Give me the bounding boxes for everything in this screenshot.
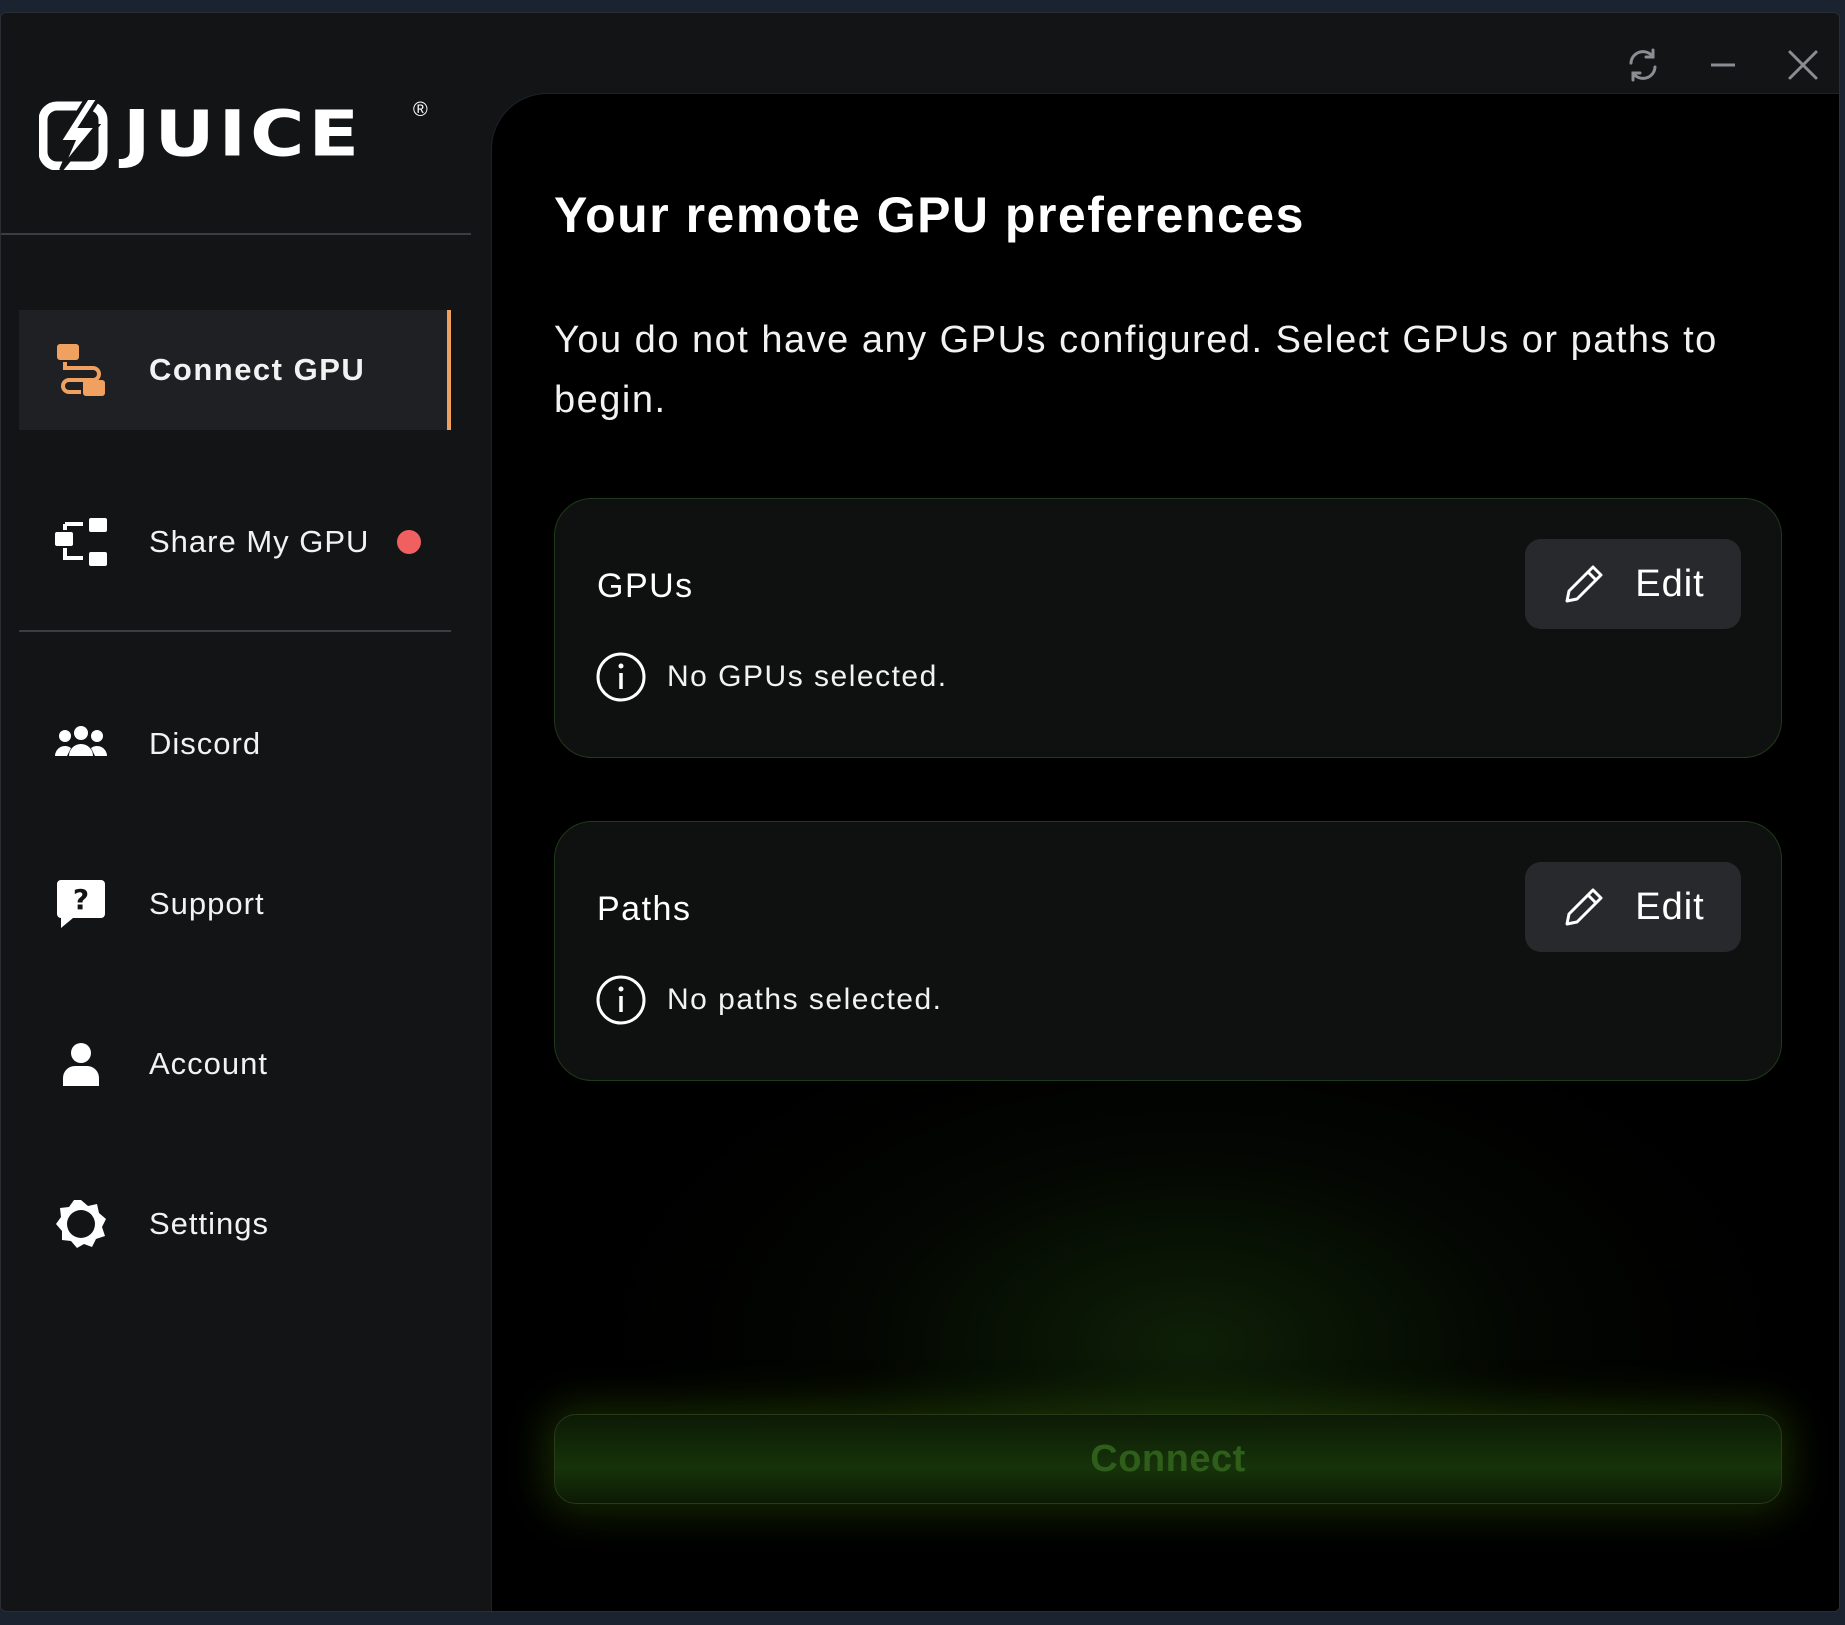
connect-button[interactable]: Connect <box>554 1414 1782 1504</box>
paths-info: No paths selected. <box>595 974 942 1026</box>
connect-gpu-icon <box>51 340 111 400</box>
paths-card: Paths Edit No paths selected. <box>554 821 1782 1081</box>
help-chat-icon: ? <box>51 874 111 934</box>
main-panel: Your remote GPU preferences You do not h… <box>491 93 1839 1611</box>
sidebar-item-label: Connect GPU <box>149 352 366 387</box>
info-icon <box>596 975 646 1025</box>
sidebar-item-support[interactable]: ? Support <box>19 844 451 964</box>
sidebar-divider <box>19 630 451 632</box>
info-icon <box>596 652 646 702</box>
gpus-card-title: GPUs <box>597 567 694 605</box>
page-title: Your remote GPU preferences <box>554 187 1305 243</box>
sidebar-item-label: Share My GPU <box>149 524 370 559</box>
share-gpu-icon <box>51 512 111 572</box>
svg-text:?: ? <box>73 883 89 916</box>
juice-logo: JUICE ® <box>39 89 428 179</box>
juice-bolt-icon <box>39 98 108 170</box>
notification-badge <box>397 530 422 554</box>
edit-label: Edit <box>1635 562 1705 605</box>
sidebar: JUICE ® Connect GPU Share My GPU Discord… <box>1 13 491 1611</box>
sidebar-item-label: Discord <box>149 726 262 761</box>
close-icon[interactable] <box>1781 43 1825 87</box>
app-window: JUICE ® Connect GPU Share My GPU Discord… <box>0 12 1840 1612</box>
minimize-icon[interactable] <box>1701 43 1745 87</box>
connect-label: Connect <box>1090 1437 1246 1480</box>
refresh-icon[interactable] <box>1621 43 1665 87</box>
brand-name: JUICE <box>123 97 364 171</box>
edit-gpus-button[interactable]: Edit <box>1525 539 1741 629</box>
edit-label: Edit <box>1635 885 1705 928</box>
sidebar-item-share-my-gpu[interactable]: Share My GPU <box>19 482 451 602</box>
sidebar-item-settings[interactable]: Settings <box>19 1164 451 1284</box>
page-subtitle: You do not have any GPUs configured. Sel… <box>554 319 1718 421</box>
edit-paths-button[interactable]: Edit <box>1525 862 1741 952</box>
sidebar-divider <box>1 233 471 235</box>
sidebar-item-label: Support <box>149 886 265 921</box>
sidebar-item-connect-gpu[interactable]: Connect GPU <box>19 310 451 430</box>
gpus-info: No GPUs selected. <box>595 651 948 703</box>
paths-info-text: No paths selected. <box>667 983 943 1016</box>
sidebar-item-account[interactable]: Account <box>19 1004 451 1124</box>
gpus-info-text: No GPUs selected. <box>667 660 948 693</box>
sidebar-item-discord[interactable]: Discord <box>19 684 451 804</box>
paths-card-title: Paths <box>597 890 692 928</box>
sidebar-item-label: Account <box>149 1046 269 1081</box>
pencil-icon <box>1565 565 1603 603</box>
gpus-card: GPUs Edit No GPUs selected. <box>554 498 1782 758</box>
users-icon <box>51 714 111 774</box>
sidebar-item-label: Settings <box>149 1206 270 1241</box>
pencil-icon <box>1565 888 1603 926</box>
person-icon <box>51 1034 111 1094</box>
gear-icon <box>51 1194 111 1254</box>
registered-mark: ® <box>413 99 428 121</box>
